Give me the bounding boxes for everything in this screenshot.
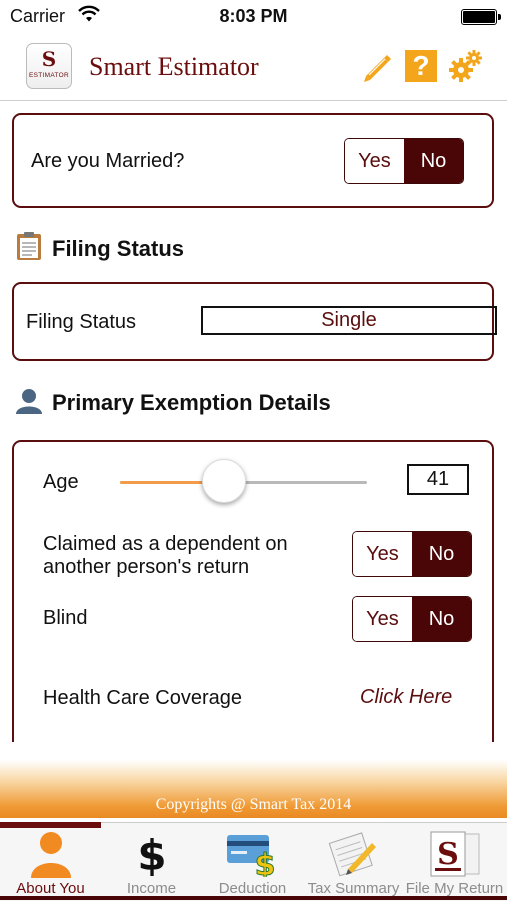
- battery-icon: [461, 9, 501, 25]
- health-care-label: Health Care Coverage: [43, 687, 242, 709]
- svg-text:$: $: [137, 831, 166, 878]
- dependent-yes-button[interactable]: Yes: [353, 532, 412, 576]
- filing-status-select[interactable]: Single: [201, 306, 497, 335]
- notepad-pencil-icon: [303, 830, 404, 878]
- status-bar: Carrier 8:03 PM: [0, 0, 507, 34]
- filing-status-label: Filing Status: [26, 311, 137, 333]
- tab-income[interactable]: $ Income: [101, 828, 202, 900]
- file-return-icon: S: [404, 830, 505, 878]
- tab-about-you[interactable]: About You: [0, 828, 101, 900]
- svg-text:$: $: [254, 848, 275, 877]
- person-icon: [15, 388, 43, 419]
- settings-gear-icon[interactable]: [448, 48, 484, 89]
- exemption-section-title: Primary Exemption Details: [52, 390, 331, 415]
- married-question: Are you Married?: [31, 150, 185, 172]
- copyright-text: Copyrights @ Smart Tax 2014: [155, 796, 352, 813]
- tab-label: File My Return: [405, 880, 504, 897]
- dependent-label-line1: Claimed as a dependent on: [43, 533, 288, 555]
- married-yes-button[interactable]: Yes: [345, 139, 404, 183]
- tab-tax-summary[interactable]: Tax Summary: [303, 828, 404, 900]
- clock: 8:03 PM: [219, 6, 288, 26]
- dependent-no-button[interactable]: No: [412, 532, 471, 576]
- edit-pencil-icon[interactable]: [360, 50, 394, 89]
- person-icon: [0, 830, 101, 878]
- blind-label: Blind: [43, 607, 88, 629]
- tab-label: Income: [126, 880, 177, 897]
- blind-yes-button[interactable]: Yes: [353, 597, 412, 641]
- married-no-button[interactable]: No: [404, 139, 463, 183]
- tab-file-my-return[interactable]: S File My Return: [404, 828, 505, 900]
- app-title: Smart Estimator: [89, 52, 259, 81]
- svg-text:S: S: [437, 837, 459, 872]
- dollar-icon: $: [101, 830, 202, 878]
- blind-toggle[interactable]: Yes No: [352, 596, 472, 642]
- app-logo: S ESTIMATOR: [26, 43, 72, 89]
- tab-deduction[interactable]: $ Deduction: [202, 828, 303, 900]
- blind-no-button[interactable]: No: [412, 597, 471, 641]
- tab-label: Deduction: [218, 880, 287, 897]
- logo-caption: ESTIMATOR: [28, 72, 70, 79]
- filing-section-title: Filing Status: [52, 236, 184, 261]
- help-icon[interactable]: ?: [405, 50, 437, 82]
- age-label: Age: [43, 471, 79, 493]
- app-header: S ESTIMATOR Smart Estimator ?: [0, 34, 507, 101]
- dependent-toggle[interactable]: Yes No: [352, 531, 472, 577]
- bottom-accent-line: [0, 896, 507, 900]
- dependent-label-line2: another person's return: [43, 556, 250, 578]
- tab-label: Tax Summary: [307, 880, 400, 897]
- logo-letter: S: [41, 47, 57, 71]
- age-value-field[interactable]: 41: [407, 464, 469, 495]
- married-toggle[interactable]: Yes No: [344, 138, 464, 184]
- tab-label: About You: [16, 880, 85, 897]
- health-care-link[interactable]: Click Here: [360, 686, 452, 709]
- clipboard-icon: [15, 231, 43, 266]
- card-dollar-icon: $: [202, 830, 303, 878]
- age-slider-thumb[interactable]: [201, 459, 246, 503]
